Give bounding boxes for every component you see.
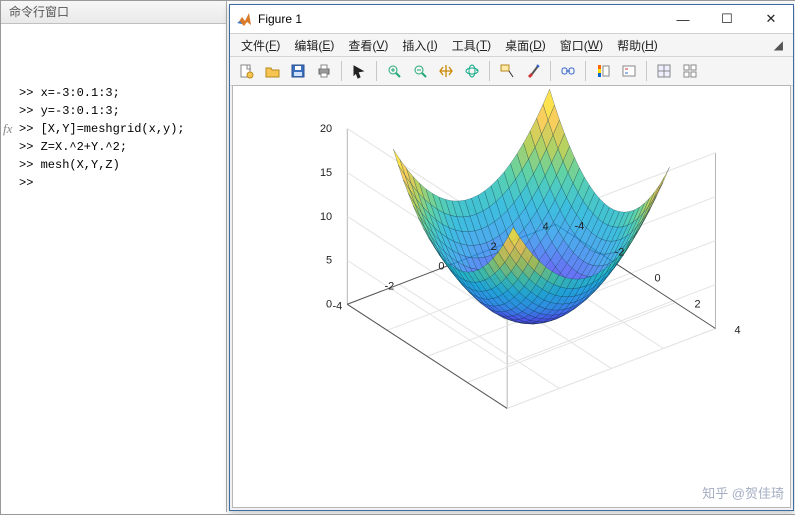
svg-text:2: 2 <box>695 298 701 310</box>
arrow-icon[interactable] <box>347 59 371 83</box>
legend-icon[interactable] <box>617 59 641 83</box>
figure-title: Figure 1 <box>258 12 661 26</box>
toolbar-separator <box>550 61 551 81</box>
window-buttons: — ☐ ✕ <box>661 5 793 33</box>
command-window: 命令行窗口 fx >> x=-3:0.1:3;>> y=-3:0.1:3;>> … <box>1 1 227 512</box>
grid-icon[interactable] <box>652 59 676 83</box>
command-window-title: 命令行窗口 <box>1 1 226 24</box>
print-icon[interactable] <box>312 59 336 83</box>
svg-text:0: 0 <box>438 261 444 273</box>
menu-e[interactable]: 编辑(E) <box>287 34 341 56</box>
colorbar-icon[interactable] <box>591 59 615 83</box>
rotate3d-icon[interactable] <box>460 59 484 83</box>
menu-v[interactable]: 查看(V) <box>341 34 395 56</box>
svg-text:2: 2 <box>491 241 497 253</box>
plot-area[interactable]: 0 5 10 15 20 -4 -2 0 2 4 -4 -2 0 2 4 <box>232 85 791 508</box>
command-line: >> <box>19 174 222 192</box>
menubar: 文件(F)编辑(E)查看(V)插入(I)工具(T)桌面(D)窗口(W)帮助(H)… <box>230 34 793 57</box>
svg-text:20: 20 <box>320 123 332 135</box>
maximize-button[interactable]: ☐ <box>705 5 749 33</box>
svg-text:-4: -4 <box>332 301 342 313</box>
svg-text:-2: -2 <box>385 281 395 293</box>
toolbar-separator <box>341 61 342 81</box>
menu-f[interactable]: 文件(F) <box>234 34 287 56</box>
fx-icon: fx <box>3 120 12 138</box>
zoom-in-icon[interactable] <box>382 59 406 83</box>
close-button[interactable]: ✕ <box>749 5 793 33</box>
watermark: 知乎 @贺佳琦 <box>702 483 784 502</box>
menu-i[interactable]: 插入(I) <box>395 34 444 56</box>
subplot-icon[interactable] <box>678 59 702 83</box>
menu-t[interactable]: 工具(T) <box>445 34 498 56</box>
command-line: >> [X,Y]=meshgrid(x,y); <box>19 120 222 138</box>
figure-titlebar[interactable]: Figure 1 — ☐ ✕ <box>230 5 793 34</box>
menu-d[interactable]: 桌面(D) <box>498 34 553 56</box>
menu-h[interactable]: 帮助(H) <box>610 34 665 56</box>
svg-text:-2: -2 <box>615 246 625 258</box>
svg-text:0: 0 <box>655 272 661 284</box>
link-icon[interactable] <box>556 59 580 83</box>
svg-text:-4: -4 <box>575 220 585 232</box>
menubar-more-icon[interactable]: ◢ <box>774 38 789 52</box>
minimize-button[interactable]: — <box>661 5 705 33</box>
command-line: >> Z=X.^2+Y.^2; <box>19 138 222 156</box>
svg-text:10: 10 <box>320 211 332 223</box>
matlab-icon <box>236 11 252 27</box>
command-line: >> y=-3:0.1:3; <box>19 102 222 120</box>
data-cursor-icon[interactable] <box>495 59 519 83</box>
figure-window: Figure 1 — ☐ ✕ 文件(F)编辑(E)查看(V)插入(I)工具(T)… <box>229 4 794 511</box>
toolbar <box>230 57 793 86</box>
svg-text:4: 4 <box>543 221 549 233</box>
svg-text:4: 4 <box>734 324 740 336</box>
command-line: >> x=-3:0.1:3; <box>19 84 222 102</box>
brush-icon[interactable] <box>521 59 545 83</box>
open-icon[interactable] <box>260 59 284 83</box>
svg-text:5: 5 <box>326 255 332 267</box>
toolbar-separator <box>489 61 490 81</box>
command-window-body[interactable]: fx >> x=-3:0.1:3;>> y=-3:0.1:3;>> [X,Y]=… <box>1 24 226 232</box>
toolbar-separator <box>646 61 647 81</box>
svg-text:0: 0 <box>326 299 332 311</box>
app-root: 命令行窗口 fx >> x=-3:0.1:3;>> y=-3:0.1:3;>> … <box>0 0 795 515</box>
command-line: >> mesh(X,Y,Z) <box>19 156 222 174</box>
toolbar-separator <box>376 61 377 81</box>
menu-w[interactable]: 窗口(W) <box>553 34 610 56</box>
zoom-out-icon[interactable] <box>408 59 432 83</box>
pan-icon[interactable] <box>434 59 458 83</box>
new-file-icon[interactable] <box>234 59 258 83</box>
toolbar-separator <box>585 61 586 81</box>
save-icon[interactable] <box>286 59 310 83</box>
svg-text:15: 15 <box>320 167 332 179</box>
